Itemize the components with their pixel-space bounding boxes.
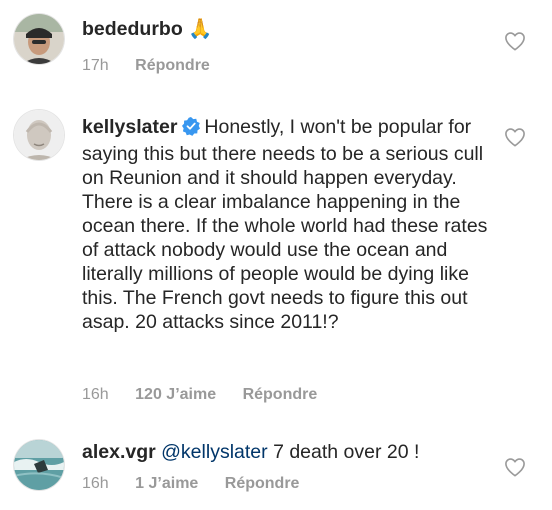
comment-username[interactable]: bededurbo (82, 18, 183, 40)
reply-button[interactable]: Répondre (225, 475, 300, 492)
heart-outline-icon[interactable] (504, 127, 526, 147)
comment-meta: 17h Répondre (82, 56, 232, 76)
comment-username[interactable]: kellyslater (82, 116, 177, 138)
comment-username[interactable]: alex.vgr (82, 441, 156, 463)
heart-outline-icon[interactable] (504, 31, 526, 51)
reply-button[interactable]: Répondre (243, 386, 318, 403)
likes-count[interactable]: 120 J’aime (135, 386, 216, 403)
comment-meta: 16h 1 J’aime Répondre (82, 474, 321, 494)
comment-text: kellyslater Honestly, I won't be popular … (82, 115, 494, 334)
likes-count[interactable]: 1 J’aime (135, 475, 198, 492)
comment-text: alex.vgr @kellyslater 7 death over 20 ! (82, 440, 494, 464)
verified-badge-icon (181, 116, 201, 142)
comment-body-text: Honestly, I won't be popular for saying … (82, 116, 488, 333)
avatar[interactable] (14, 440, 64, 490)
mention-link[interactable]: @kellyslater (161, 441, 268, 463)
comment-timestamp[interactable]: 17h (82, 57, 109, 74)
avatar[interactable] (14, 14, 64, 64)
comment-timestamp[interactable]: 16h (82, 386, 109, 403)
comment-body-text: 7 death over 20 ! (273, 441, 420, 463)
comment-emoji: 🙏 (188, 18, 213, 40)
comment-text: bededurbo 🙏 (82, 17, 494, 41)
heart-outline-icon[interactable] (504, 457, 526, 477)
reply-button[interactable]: Répondre (135, 57, 210, 74)
comment-meta: 16h 120 J’aime Répondre (82, 385, 339, 405)
comment-timestamp[interactable]: 16h (82, 475, 109, 492)
avatar[interactable] (14, 110, 64, 160)
